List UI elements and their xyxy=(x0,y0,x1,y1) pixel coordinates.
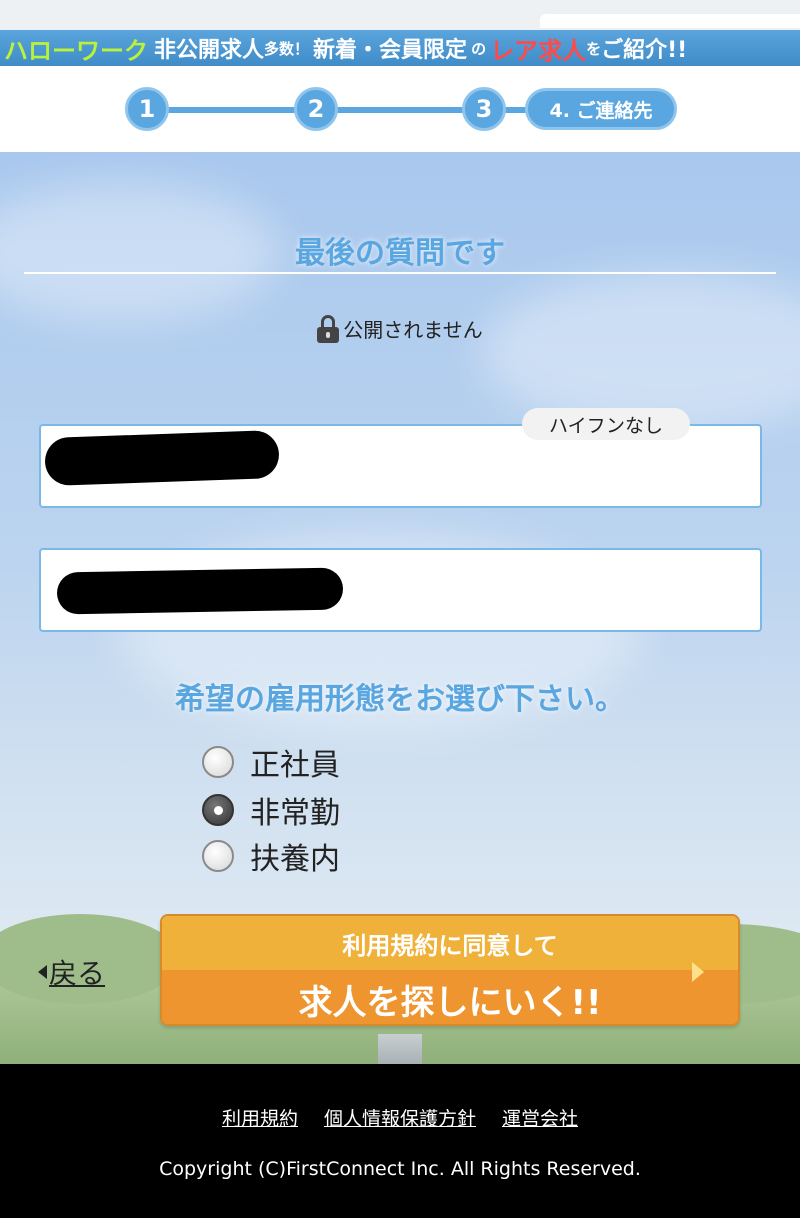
browser-top-strip xyxy=(0,0,800,30)
cta-subtext: 利用規約に同意して xyxy=(162,916,738,970)
privacy-note-text: 公開されません xyxy=(343,318,483,342)
banner-text-2: 多数 xyxy=(264,39,295,58)
step-connector-1 xyxy=(168,107,298,113)
option-label: 正社員 xyxy=(250,748,340,783)
step-1: 1 xyxy=(125,87,169,131)
radio-button-checked[interactable] xyxy=(202,794,234,826)
footer-link-terms[interactable]: 利用規約 xyxy=(222,1104,298,1131)
banner-text-6: を xyxy=(586,39,602,58)
employment-option-parttime[interactable]: 非常勤 xyxy=(202,788,340,832)
option-label: 扶養内 xyxy=(250,842,340,877)
footer-links: 利用規約 個人情報保護方針 運営会社 xyxy=(0,1104,800,1131)
banner-text-5: の xyxy=(471,39,487,58)
back-link-label: 戻る xyxy=(49,957,106,990)
radio-button[interactable] xyxy=(202,840,234,872)
site-footer: 利用規約 個人情報保護方針 運営会社 Copyright (C)FirstCon… xyxy=(0,1064,800,1218)
banner-text-4: 新着・会員限定 xyxy=(313,38,468,63)
question-title: 最後の質問です xyxy=(295,236,505,271)
step-2: 2 xyxy=(294,87,338,131)
footer-link-privacy[interactable]: 個人情報保護方針 xyxy=(324,1104,476,1131)
privacy-note: 公開されません xyxy=(0,314,800,343)
question-section: 最後の質問です 公開されません ハイフンなし 希望の雇用形態をお選び下さい。 正… xyxy=(0,152,800,1064)
employment-option-fulltime[interactable]: 正社員 xyxy=(202,740,340,784)
footer-link-company[interactable]: 運営会社 xyxy=(502,1104,578,1131)
banner-text-1: 非公開求人 xyxy=(154,38,265,63)
cta-main-text: 求人を探しにいく!! xyxy=(162,970,738,1024)
redaction-mark xyxy=(44,429,280,487)
banner-rare: レア求人 xyxy=(490,36,587,65)
search-jobs-button[interactable]: 利用規約に同意して 求人を探しにいく!! xyxy=(160,914,740,1026)
step-3: 3 xyxy=(462,87,506,131)
chevron-right-icon xyxy=(692,962,704,982)
banner-text-3: ！ xyxy=(294,39,310,58)
copyright-text: Copyright (C)FirstConnect Inc. All Right… xyxy=(159,1158,641,1180)
back-link[interactable]: 戻る xyxy=(38,952,105,992)
redaction-mark xyxy=(56,567,344,615)
employment-type-title: 希望の雇用形態をお選び下さい。 xyxy=(175,682,625,717)
background-road xyxy=(378,1034,422,1064)
employment-option-dependent[interactable]: 扶養内 xyxy=(202,834,340,878)
top-notch xyxy=(540,14,800,28)
title-divider xyxy=(24,272,776,274)
back-arrow-icon xyxy=(38,965,47,979)
option-label: 非常勤 xyxy=(250,796,340,831)
banner-hellowork: ハローワーク xyxy=(4,36,148,65)
banner-text-7: ご紹介!! xyxy=(601,38,688,63)
email-field[interactable] xyxy=(39,548,762,632)
lock-icon xyxy=(317,314,340,343)
step-4-active: 4. ご連絡先 xyxy=(525,88,677,130)
phone-hint-badge: ハイフンなし xyxy=(522,408,690,440)
step-connector-2 xyxy=(336,107,466,113)
radio-button[interactable] xyxy=(202,746,234,778)
promo-banner: ハローワーク 非公開求人 多数 ！ 新着・会員限定 の レア求人 を ご紹介!! xyxy=(0,30,800,66)
